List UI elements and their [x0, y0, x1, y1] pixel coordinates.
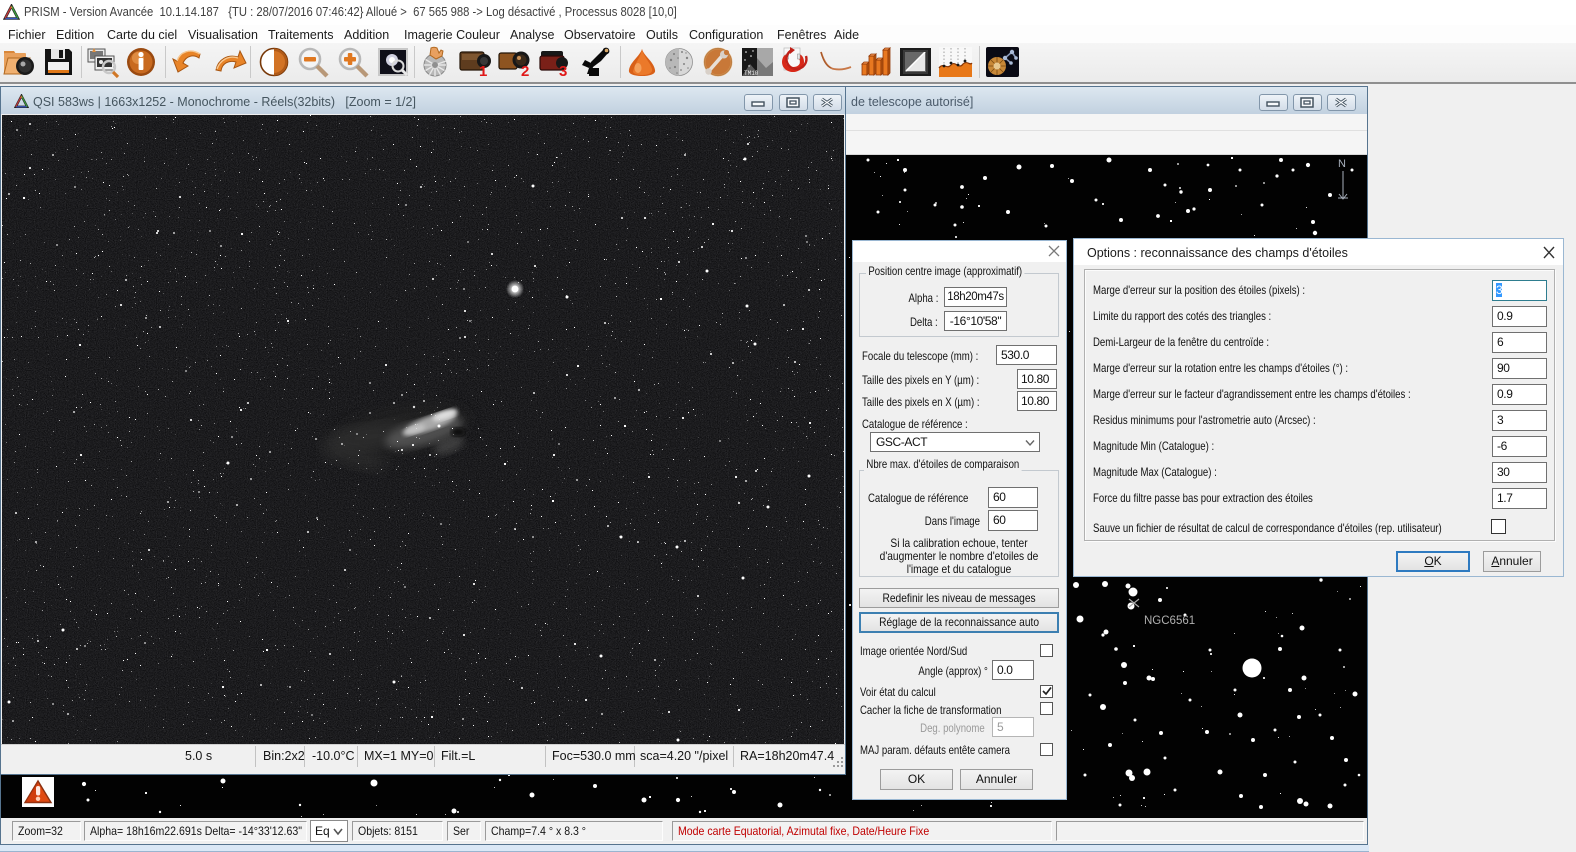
svg-text:1: 1 — [479, 63, 487, 78]
svg-text:N: N — [1338, 158, 1346, 170]
svg-text:3: 3 — [559, 63, 567, 78]
svg-text:TM10: TM10 — [744, 70, 759, 77]
svg-text:2: 2 — [521, 63, 529, 78]
svg-text:NGC6561: NGC6561 — [1144, 615, 1195, 627]
